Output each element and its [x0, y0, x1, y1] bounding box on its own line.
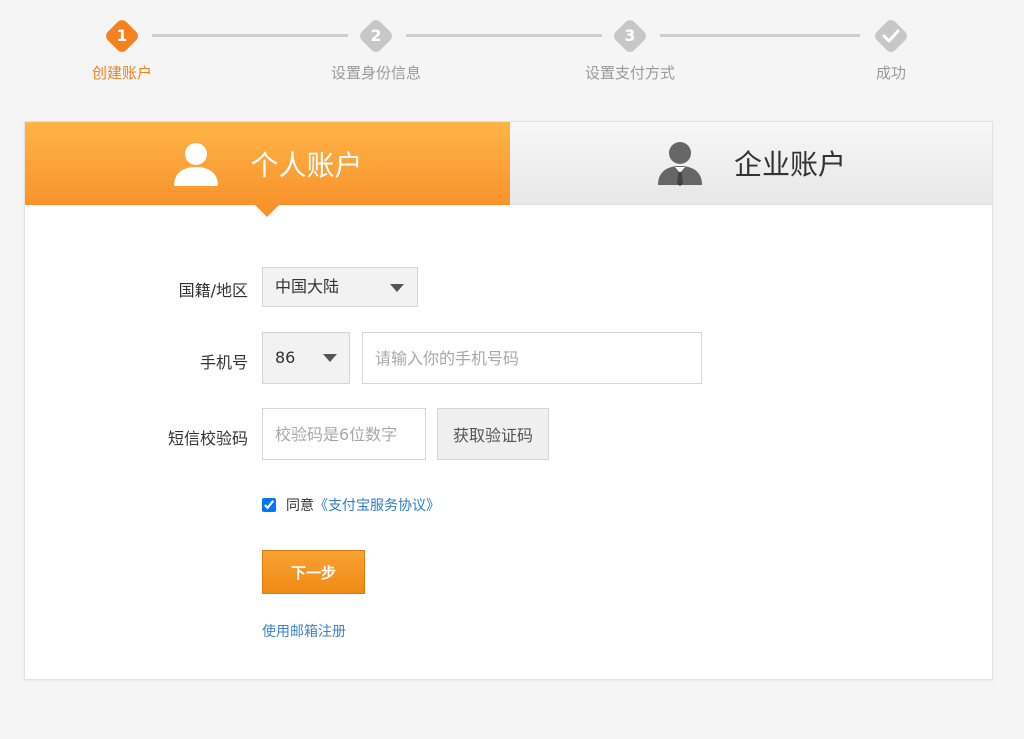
email-register-link[interactable]: 使用邮箱注册 — [262, 621, 346, 641]
service-agreement-link[interactable]: 《支付宝服务协议》 — [314, 495, 440, 515]
nationality-value: 中国大陆 — [275, 277, 340, 296]
tab-personal-label: 个人账户 — [250, 148, 363, 182]
phone-label: 手机号 — [199, 353, 248, 372]
tab-personal-account[interactable]: 个人账户 — [25, 122, 510, 205]
get-code-button[interactable]: 获取验证码 — [437, 408, 549, 460]
sms-code-input[interactable] — [262, 408, 426, 460]
country-code-value: 86 — [275, 348, 296, 367]
tab-business-label: 企业账户 — [733, 148, 846, 181]
sms-code-label: 短信校验码 — [167, 429, 248, 448]
agreement-prefix: 同意 — [286, 498, 314, 514]
phone-input[interactable] — [362, 332, 702, 384]
country-code-select[interactable]: 86 — [262, 332, 350, 384]
account-type-tabs: 个人账户 企业账户 — [25, 122, 992, 217]
nationality-label: 国籍/地区 — [178, 281, 248, 300]
step-2-number: 2 — [370, 26, 382, 45]
step-2-marker: 2 — [357, 17, 395, 55]
user-icon — [174, 142, 219, 186]
step-3-label: 设置支付方式 — [584, 64, 676, 82]
progress-stepper: 1 2 3 创建账户 设置身份信息 设置支付方式 成功 — [0, 0, 1024, 100]
business-user-icon — [657, 142, 702, 186]
step-1-marker: 1 — [103, 17, 141, 55]
step-3-marker: 3 — [611, 17, 649, 55]
step-4-marker — [872, 17, 910, 55]
step-connector — [660, 34, 860, 37]
step-4-label: 成功 — [875, 64, 907, 82]
step-connector — [152, 34, 348, 37]
chevron-down-icon — [390, 284, 404, 292]
agreement-checkbox[interactable] — [262, 498, 276, 512]
step-1-number: 1 — [116, 26, 128, 45]
tab-business-account[interactable]: 企业账户 — [510, 122, 992, 205]
step-1-label: 创建账户 — [91, 64, 153, 82]
agreement-row: 同意 《支付宝服务协议》 — [262, 495, 440, 515]
tab-active-pointer — [255, 205, 279, 217]
next-step-button[interactable]: 下一步 — [262, 550, 365, 594]
registration-card: 个人账户 企业账户 国籍/地区 中国大陆 手机号 86 短信校验码 获取验证码 … — [24, 121, 993, 680]
nationality-select[interactable]: 中国大陆 — [262, 267, 418, 307]
step-2-label: 设置身份信息 — [330, 64, 422, 82]
step-3-number: 3 — [624, 26, 636, 45]
chevron-down-icon — [323, 354, 337, 362]
step-connector — [406, 34, 602, 37]
checkmark-icon — [882, 29, 900, 43]
